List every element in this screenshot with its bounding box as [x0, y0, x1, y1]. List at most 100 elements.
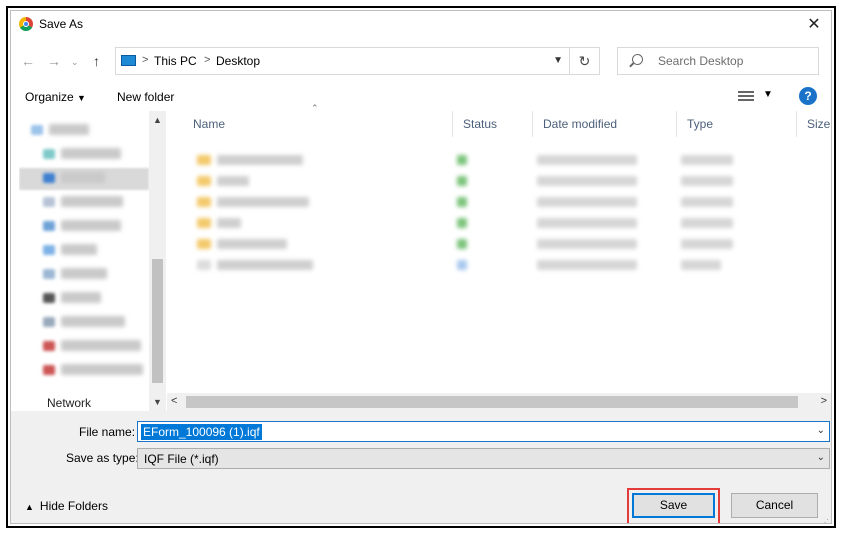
folder-icon: [197, 176, 211, 186]
file-date: [537, 176, 637, 186]
search-input[interactable]: Search Desktop: [617, 47, 819, 75]
nav-item[interactable]: [43, 241, 149, 259]
scroll-left-icon[interactable]: <: [171, 395, 177, 407]
file-type: [681, 239, 733, 249]
file-name: [217, 155, 303, 165]
drive-icon: [43, 341, 55, 351]
file-date: [537, 155, 637, 165]
view-options-icon[interactable]: [738, 91, 754, 103]
scrollbar-thumb[interactable]: [152, 259, 163, 383]
file-name-input[interactable]: EForm_100096 (1).iqf ⌄: [137, 421, 830, 442]
file-name: [217, 197, 309, 207]
save-type-select[interactable]: IQF File (*.iqf) ⌄: [137, 448, 830, 469]
file-date: [537, 197, 637, 207]
file-list-hscrollbar[interactable]: < >: [167, 393, 831, 411]
save-type-value: IQF File (*.iqf): [144, 452, 219, 466]
caret-down-icon[interactable]: ▼: [763, 89, 773, 100]
breadcrumb-desktop[interactable]: Desktop: [216, 54, 260, 68]
nav-item[interactable]: [43, 313, 149, 331]
nav-item[interactable]: [43, 289, 149, 307]
save-form: File name: EForm_100096 (1).iqf ⌄ Save a…: [11, 411, 831, 475]
nav-item[interactable]: [43, 265, 149, 283]
address-row: ← → ⌄ ↑ > This PC > Desktop ▼ ↻ Search D…: [11, 39, 831, 83]
search-placeholder: Search Desktop: [658, 54, 744, 68]
nav-item[interactable]: [43, 217, 149, 235]
back-arrow-icon[interactable]: ←: [21, 53, 35, 69]
organize-label: Organize: [25, 90, 74, 104]
nav-scrollbar[interactable]: ▲ ▼: [149, 111, 166, 411]
scroll-down-icon[interactable]: ▼: [153, 397, 162, 407]
column-header-size[interactable]: Size: [797, 111, 831, 137]
nav-item-label: [61, 196, 123, 207]
nav-item[interactable]: [43, 145, 149, 163]
breadcrumb-separator: >: [204, 54, 211, 66]
browser-area: Network ▲ ▼ ⌃ Name Status Date modified …: [11, 103, 831, 411]
save-as-dialog: Save As ✕ ← → ⌄ ↑ > This PC > Desktop ▼ …: [6, 6, 836, 528]
forward-arrow-icon[interactable]: →: [47, 53, 61, 69]
file-date: [537, 218, 637, 228]
network-nav-label[interactable]: Network: [47, 396, 91, 410]
sync-status-icon: [457, 260, 467, 270]
save-button[interactable]: Save: [632, 493, 715, 518]
music-icon: [43, 245, 55, 255]
breadcrumb-separator: >: [142, 54, 149, 66]
refresh-button[interactable]: ↻: [570, 47, 600, 75]
column-header-status[interactable]: Status: [453, 111, 533, 137]
documents-icon: [43, 197, 55, 207]
file-icon: [197, 260, 211, 270]
new-folder-button[interactable]: New folder: [117, 90, 174, 104]
nav-item-label: [61, 364, 143, 375]
desktop-icon: [43, 173, 55, 183]
sync-status-icon: [457, 155, 467, 165]
folder-icon: [31, 125, 43, 135]
up-arrow-icon[interactable]: ↑: [93, 53, 100, 69]
scroll-right-icon[interactable]: >: [821, 395, 827, 407]
nav-item-label: [49, 124, 89, 135]
nav-item-label: [61, 220, 121, 231]
drive-icon: [43, 365, 55, 375]
help-icon[interactable]: ?: [799, 87, 817, 105]
column-header-date-modified[interactable]: Date modified: [533, 111, 677, 137]
scrollbar-thumb[interactable]: [186, 396, 798, 408]
file-list[interactable]: ⌃ Name Status Date modified Type Size: [167, 103, 831, 393]
file-name: [217, 218, 241, 228]
address-bar[interactable]: > This PC > Desktop ▼: [115, 47, 570, 75]
nav-item[interactable]: [31, 121, 149, 139]
file-type: [681, 176, 733, 186]
nav-item-label: [61, 316, 125, 327]
chevron-down-icon[interactable]: ⌄: [817, 452, 825, 463]
search-icon: [632, 54, 643, 65]
cancel-button[interactable]: Cancel: [731, 493, 818, 518]
file-type: [681, 260, 721, 270]
column-header-type[interactable]: Type: [677, 111, 797, 137]
chevron-down-icon[interactable]: ▼: [553, 55, 563, 66]
navigation-pane[interactable]: [19, 111, 149, 393]
nav-item-label: [61, 172, 105, 183]
nav-item-label: [61, 148, 121, 159]
computer-icon: [121, 55, 136, 66]
column-header-name[interactable]: Name: [183, 111, 453, 137]
nav-item[interactable]: [43, 169, 149, 187]
folder-icon: [197, 197, 211, 207]
scroll-up-icon[interactable]: ▲: [153, 115, 162, 125]
close-button[interactable]: ✕: [797, 11, 831, 39]
file-name: [217, 239, 287, 249]
title-bar: Save As ✕: [11, 11, 831, 39]
organize-menu[interactable]: Organize ▼: [25, 90, 86, 104]
hide-folders-toggle[interactable]: ▲ Hide Folders: [25, 499, 108, 513]
nav-item[interactable]: [43, 337, 149, 355]
nav-item[interactable]: [43, 193, 149, 211]
dialog-footer: ▲ Hide Folders Save Cancel ⋰: [11, 475, 831, 523]
resize-grip-icon[interactable]: ⋰: [821, 518, 829, 523]
nav-item-label: [61, 292, 101, 303]
file-name-label: File name:: [79, 425, 136, 439]
file-type: [681, 218, 733, 228]
chevron-down-icon[interactable]: ⌄: [817, 425, 825, 436]
videos-icon: [43, 293, 55, 303]
dialog-body: Save As ✕ ← → ⌄ ↑ > This PC > Desktop ▼ …: [10, 10, 832, 524]
sync-status-icon: [457, 218, 467, 228]
nav-item[interactable]: [43, 361, 149, 379]
breadcrumb-this-pc[interactable]: This PC: [154, 54, 197, 68]
recent-locations-icon[interactable]: ⌄: [71, 57, 79, 68]
sync-status-icon: [457, 197, 467, 207]
